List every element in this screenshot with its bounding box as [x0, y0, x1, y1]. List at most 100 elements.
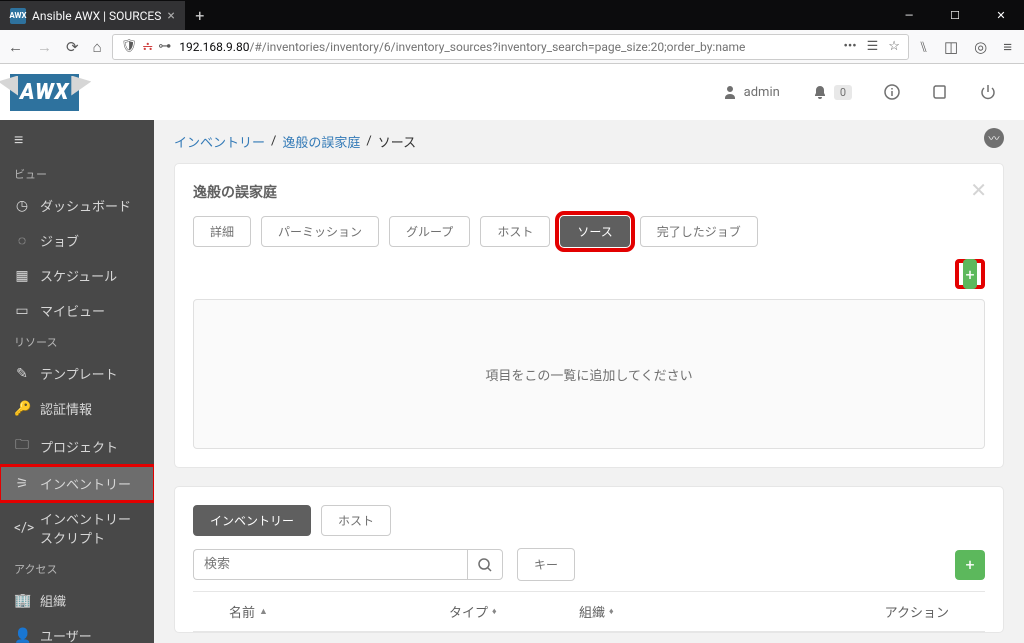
notification-count-badge: 0 [834, 85, 852, 100]
sidebar-item-organizations[interactable]: 🏢組織 [0, 583, 154, 618]
section-resource: リソース [0, 328, 154, 356]
sidebar-item-templates[interactable]: ✎テンプレート [0, 356, 154, 391]
activity-stream-icon[interactable]: 〰 [984, 128, 1004, 148]
url-text: 192.168.9.80/#/inventories/inventory/6/i… [179, 40, 835, 54]
inv-tabs: インベントリー ホスト [193, 505, 985, 536]
window-controls: — ☐ ✕ [886, 0, 1024, 30]
search-button[interactable] [467, 549, 503, 580]
calendar-icon: ▦ [14, 268, 30, 284]
tab-close-icon[interactable]: × [167, 8, 174, 24]
username-label: admin [744, 85, 780, 100]
browser-tab[interactable]: AWX Ansible AWX | SOURCES × [0, 0, 185, 30]
browser-addressbar: ← → ⟳ ⌂ 🛡 ⛬ ⊶ 192.168.9.80/#/inventories… [0, 30, 1024, 64]
key-icon: 🔑 [14, 401, 30, 417]
detail-tabs: 詳細 パーミッション グループ ホスト ソース 完了したジョブ [193, 216, 985, 247]
section-access: アクセス [0, 555, 154, 583]
docs-icon[interactable] [932, 84, 948, 100]
building-icon: 🏢 [14, 593, 30, 609]
panel-close-icon[interactable]: ✕ [970, 178, 987, 202]
info-icon[interactable] [884, 84, 900, 100]
account-icon[interactable]: ◎ [974, 38, 987, 56]
table-header: 名前▲ タイプ♦ 組織♦ アクション [193, 591, 985, 632]
add-inventory-button[interactable]: + [955, 550, 985, 580]
tab-groups[interactable]: グループ [389, 216, 470, 247]
notification-area[interactable]: 0 [812, 84, 852, 100]
browser-titlebar: AWX Ansible AWX | SOURCES × + — ☐ ✕ [0, 0, 1024, 30]
sidebar-item-credentials[interactable]: 🔑認証情報 [0, 391, 154, 426]
current-user[interactable]: admin [722, 84, 780, 100]
window-maximize-icon[interactable]: ☐ [932, 0, 978, 30]
sidebar-item-jobs[interactable]: ◌ジョブ [0, 223, 154, 258]
tab-sources[interactable]: ソース [560, 216, 629, 247]
tab-completed-jobs[interactable]: 完了したジョブ [640, 216, 758, 247]
breadcrumb: インベントリー / 逸般の誤家庭 / ソース [174, 120, 1004, 163]
user-icon: 👤 [14, 628, 30, 643]
awx-logo[interactable]: AWX [10, 74, 79, 111]
tab-hosts[interactable]: ホスト [480, 216, 550, 247]
col-type[interactable]: タイプ♦ [449, 602, 579, 621]
shield-icon[interactable]: 🛡 [121, 39, 138, 54]
empty-message: 項目をこの一覧に追加してください [485, 365, 692, 384]
tab-details[interactable]: 詳細 [193, 216, 251, 247]
sidebar-item-users[interactable]: 👤ユーザー [0, 618, 154, 643]
nav-reload-icon[interactable]: ⟳ [66, 38, 79, 56]
power-icon[interactable] [980, 84, 996, 100]
bookmark-icon[interactable]: ☆ [888, 39, 900, 54]
sidebar-books-icon[interactable]: ◫ [944, 38, 958, 56]
sidebar-item-projects[interactable]: 🗀プロジェクト [0, 426, 154, 466]
search-icon [477, 557, 493, 573]
library-icon[interactable]: ⑊ [919, 38, 928, 56]
search-input[interactable] [193, 549, 467, 580]
sidebar-item-inventory-scripts[interactable]: </>インベントリースクリプト [0, 501, 154, 555]
breadcrumb-inventories[interactable]: インベントリー [174, 132, 265, 151]
sort-icon: ♦ [609, 606, 614, 617]
nav-forward-icon: → [37, 38, 52, 56]
sort-icon: ♦ [492, 606, 497, 617]
col-name[interactable]: 名前▲ [229, 602, 449, 621]
window-minimize-icon[interactable]: — [886, 0, 932, 30]
section-view: ビュー [0, 160, 154, 188]
sidebar-item-myview[interactable]: ▭マイビュー [0, 293, 154, 328]
sidebar-item-dashboard[interactable]: ◷ダッシュボード [0, 188, 154, 223]
url-input[interactable]: 🛡 ⛬ ⊶ 192.168.9.80/#/inventories/invento… [112, 34, 909, 60]
breadcrumb-sources: ソース [378, 132, 416, 151]
tab-inventories[interactable]: インベントリー [193, 505, 311, 536]
new-tab-button[interactable]: + [185, 0, 215, 30]
dashboard-icon: ◷ [14, 198, 30, 214]
permissions-icon[interactable]: ⛬ [143, 39, 152, 54]
pencil-icon: ✎ [14, 366, 30, 382]
reader-icon[interactable]: ☰ [867, 39, 879, 54]
window-close-icon[interactable]: ✕ [978, 0, 1024, 30]
sidebar-toggle-icon[interactable]: ≡ [0, 120, 154, 160]
sources-panel: ✕ 逸般の誤家庭 詳細 パーミッション グループ ホスト ソース 完了したジョブ… [174, 163, 1004, 468]
code-icon: </> [14, 520, 30, 536]
tab-hosts-lower[interactable]: ホスト [321, 505, 391, 536]
nav-back-icon[interactable]: ← [8, 38, 23, 56]
menu-icon[interactable]: ≡ [1003, 38, 1012, 56]
inventories-panel: インベントリー ホスト キー + 名前▲ タイプ♦ 組織♦ アクション [174, 486, 1004, 633]
tab-title: Ansible AWX | SOURCES [32, 9, 161, 23]
nav-home-icon[interactable]: ⌂ [93, 38, 102, 56]
col-org[interactable]: 組織♦ [579, 602, 839, 621]
sort-up-icon: ▲ [259, 606, 268, 617]
bell-icon [812, 84, 828, 100]
sitemap-icon: ⚞ [14, 476, 30, 492]
breadcrumb-inventory-name[interactable]: 逸般の誤家庭 [282, 132, 360, 151]
search-box [193, 549, 503, 580]
sidebar-item-schedules[interactable]: ▦スケジュール [0, 258, 154, 293]
empty-list: 項目をこの一覧に追加してください [193, 299, 985, 449]
page-actions-icon[interactable]: ••• [843, 39, 856, 54]
add-source-highlight: + [955, 259, 985, 289]
jobs-icon: ◌ [14, 232, 30, 249]
tab-permissions[interactable]: パーミッション [261, 216, 379, 247]
main-content: インベントリー / 逸般の誤家庭 / ソース 〰 ✕ 逸般の誤家庭 詳細 パーミ… [154, 64, 1024, 643]
add-source-button[interactable]: + [963, 259, 977, 289]
key-button[interactable]: キー [517, 548, 575, 581]
sidebar: ≡ ビュー ◷ダッシュボード ◌ジョブ ▦スケジュール ▭マイビュー リソース … [0, 64, 154, 643]
window-icon: ▭ [14, 303, 30, 319]
key-icon[interactable]: ⊶ [158, 39, 171, 54]
panel-title: 逸般の誤家庭 [193, 182, 985, 202]
sidebar-item-inventories[interactable]: ⚞インベントリー [0, 466, 154, 501]
user-icon [722, 84, 738, 100]
col-actions: アクション [885, 602, 949, 621]
